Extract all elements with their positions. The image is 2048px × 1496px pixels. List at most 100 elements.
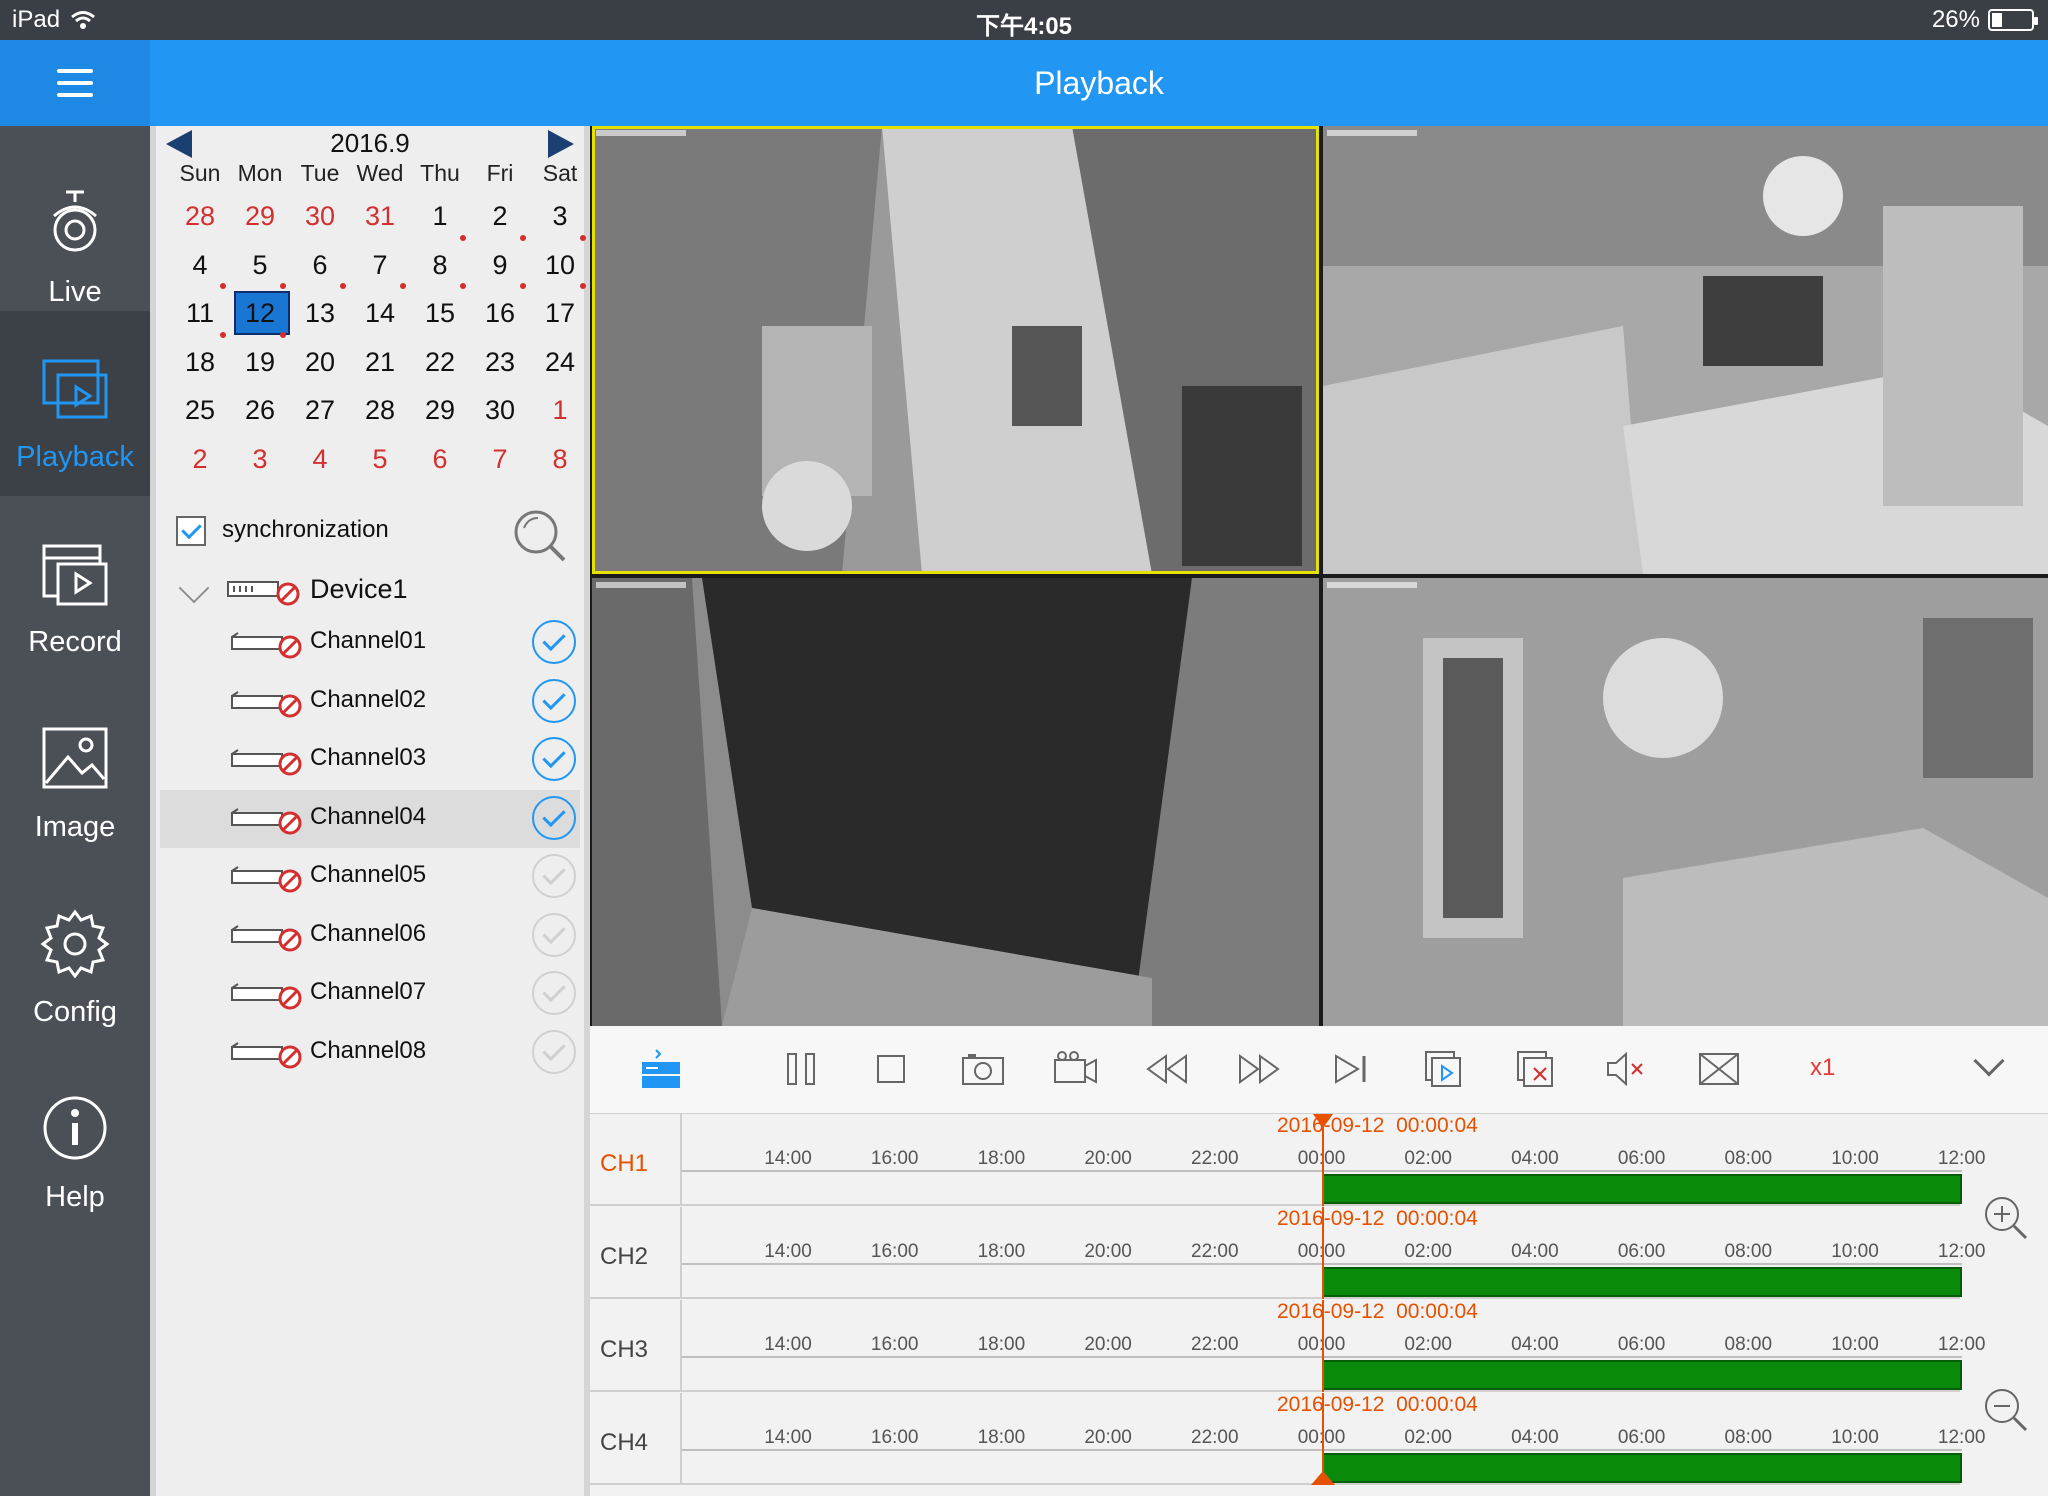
split-view-icon[interactable] <box>1420 1048 1466 1090</box>
timeline-track[interactable]: 2016-09-12 00:00:04 14:00 16:00 18:00 20:00 2… <box>680 1393 1985 1485</box>
calendar-day[interactable]: 8 <box>530 437 590 486</box>
rewind-icon[interactable] <box>1144 1048 1190 1090</box>
menu-button[interactable] <box>0 40 150 126</box>
sidebar-item-record[interactable]: Record <box>0 496 150 681</box>
calendar-day[interactable]: 27 <box>290 388 350 437</box>
calendar-day[interactable]: 2 <box>470 194 530 243</box>
channel-row[interactable]: Channel02 <box>160 673 580 731</box>
calendar-day[interactable]: 25 <box>170 388 230 437</box>
storage-icon[interactable] <box>638 1048 684 1090</box>
video-tile-ch1[interactable] <box>592 126 1319 574</box>
chevron-down-icon[interactable] <box>1973 1045 2005 1077</box>
channel-check[interactable] <box>532 795 576 840</box>
sidebar-item-help[interactable]: Help <box>0 1051 150 1236</box>
recording-segment[interactable] <box>1321 1360 1962 1390</box>
calendar-day[interactable]: 6 <box>290 243 350 292</box>
channel-row[interactable]: Channel08 <box>160 1024 580 1082</box>
calendar-day[interactable]: 24 <box>530 340 590 389</box>
calendar-day[interactable]: 31 <box>350 194 410 243</box>
mute-icon[interactable] <box>1604 1048 1650 1090</box>
channel-check[interactable] <box>532 912 576 957</box>
device-row[interactable]: Device1 <box>176 566 576 616</box>
search-icon[interactable] <box>510 506 570 566</box>
sidebar-item-playback[interactable]: Playback <box>0 311 150 496</box>
calendar-day[interactable]: 3 <box>530 194 590 243</box>
calendar-day[interactable]: 19 <box>230 340 290 389</box>
calendar-day[interactable]: 20 <box>290 340 350 389</box>
calendar-day[interactable]: 23 <box>470 340 530 389</box>
channel-check[interactable] <box>532 620 576 664</box>
calendar-day[interactable]: 4 <box>290 437 350 486</box>
calendar-day-selected[interactable]: 12 <box>230 291 290 340</box>
playback-speed[interactable]: x1 <box>1810 1054 1835 1082</box>
calendar-day[interactable]: 1 <box>410 194 470 243</box>
calendar-day[interactable]: 30 <box>470 388 530 437</box>
calendar-day[interactable]: 28 <box>350 388 410 437</box>
next-month-button[interactable] <box>548 130 574 158</box>
calendar-day[interactable]: 29 <box>230 194 290 243</box>
chevron-down-icon[interactable] <box>178 572 210 604</box>
calendar-day[interactable]: 21 <box>350 340 410 389</box>
calendar-day[interactable]: 5 <box>230 243 290 292</box>
calendar-day[interactable]: 2 <box>170 437 230 486</box>
calendar-day[interactable]: 15 <box>410 291 470 340</box>
calendar-day[interactable]: 7 <box>350 243 410 292</box>
calendar-day[interactable]: 18 <box>170 340 230 389</box>
zoom-in-icon[interactable] <box>1982 1194 2028 1240</box>
pause-icon[interactable] <box>778 1048 824 1090</box>
video-tile-ch4[interactable] <box>1323 578 2048 1026</box>
video-tile-ch2[interactable] <box>1323 126 2048 574</box>
timeline-track[interactable]: 2016-09-12 00:00:04 14:00 16:00 18:00 20:00 2… <box>680 1114 1985 1206</box>
channel-check[interactable] <box>532 854 576 898</box>
calendar-day[interactable]: 4 <box>170 243 230 292</box>
zoom-out-icon[interactable] <box>1982 1386 2028 1432</box>
sidebar-item-live[interactable]: Live <box>0 146 150 331</box>
calendar-day[interactable]: 11 <box>170 291 230 340</box>
channel-row[interactable]: Channel01 <box>160 614 580 672</box>
playhead-top-marker[interactable] <box>1312 1114 1333 1128</box>
playhead-bottom-marker[interactable] <box>1310 1471 1335 1485</box>
calendar-day[interactable]: 30 <box>290 194 350 243</box>
channel-row[interactable]: Channel06 <box>160 907 580 965</box>
timeline-track[interactable]: 2016-09-12 00:00:04 14:00 16:00 18:00 20:00 2… <box>680 1207 1985 1299</box>
channel-check[interactable] <box>532 737 576 781</box>
channel-check[interactable] <box>532 1029 576 1074</box>
snapshot-icon[interactable] <box>960 1048 1006 1090</box>
calendar-day[interactable]: 26 <box>230 388 290 437</box>
calendar-day[interactable]: 29 <box>410 388 470 437</box>
channel-row[interactable]: Channel04 <box>160 789 580 848</box>
calendar-day[interactable]: 3 <box>230 437 290 486</box>
calendar-day[interactable]: 9 <box>470 243 530 292</box>
video-record-icon[interactable] <box>1052 1048 1098 1090</box>
channel-check[interactable] <box>532 971 576 1015</box>
calendar-day[interactable]: 16 <box>470 291 530 340</box>
sidebar-item-config[interactable]: Config <box>0 866 150 1051</box>
calendar-day[interactable]: 6 <box>410 437 470 486</box>
calendar-day[interactable]: 1 <box>530 388 590 437</box>
calendar-day[interactable]: 5 <box>350 437 410 486</box>
channel-row[interactable]: Channel05 <box>160 848 580 906</box>
calendar-day[interactable]: 28 <box>170 194 230 243</box>
calendar-day[interactable]: 22 <box>410 340 470 389</box>
calendar-day[interactable]: 13 <box>290 291 350 340</box>
fullscreen-icon[interactable] <box>1696 1048 1742 1090</box>
step-forward-icon[interactable] <box>1328 1048 1374 1090</box>
calendar-day[interactable]: 14 <box>350 291 410 340</box>
channel-check[interactable] <box>532 678 576 723</box>
close-all-icon[interactable] <box>1512 1048 1558 1090</box>
calendar-day[interactable]: 10 <box>530 243 590 292</box>
sync-checkbox[interactable] <box>176 516 206 546</box>
channel-row[interactable]: Channel07 <box>160 965 580 1023</box>
recording-segment[interactable] <box>1321 1174 1962 1204</box>
recording-segment[interactable] <box>1321 1453 1962 1483</box>
sidebar-item-image[interactable]: Image <box>0 681 150 866</box>
timeline-track[interactable]: 2016-09-12 00:00:04 14:00 16:00 18:00 20:00 2… <box>680 1300 1985 1392</box>
calendar-day[interactable]: 7 <box>470 437 530 486</box>
channel-row[interactable]: Channel03 <box>160 731 580 789</box>
stop-icon[interactable] <box>868 1048 914 1090</box>
video-tile-ch3[interactable] <box>592 578 1319 1026</box>
calendar-day[interactable]: 8 <box>410 243 470 292</box>
fast-forward-icon[interactable] <box>1236 1048 1282 1090</box>
recording-segment[interactable] <box>1321 1267 1962 1297</box>
calendar-day[interactable]: 17 <box>530 291 590 340</box>
